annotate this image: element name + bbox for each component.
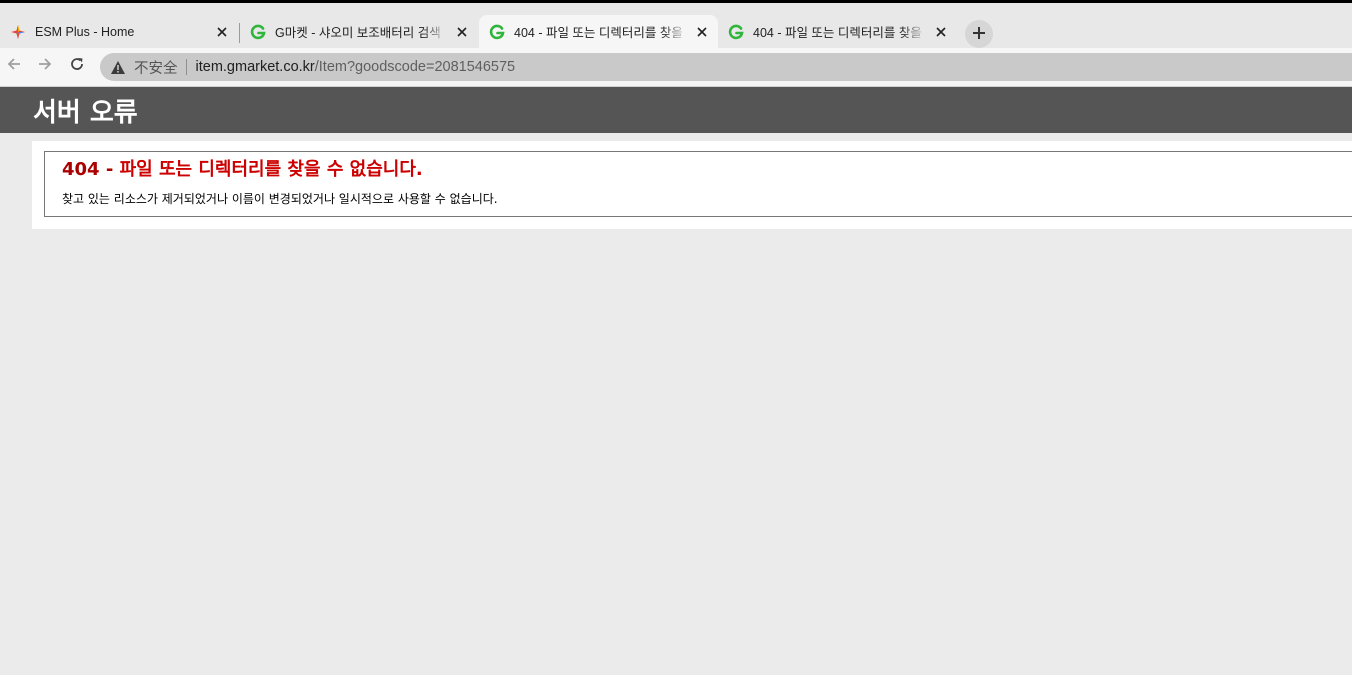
- close-icon[interactable]: [214, 24, 230, 40]
- tab-title: G마켓 - 샤오미 보조배터리 검색: [275, 26, 441, 40]
- gmarket-g-icon: [250, 24, 266, 40]
- tab-gmarket-search[interactable]: G마켓 - 샤오미 보조배터리 검색: [240, 15, 478, 48]
- tab-title: ESM Plus - Home: [35, 24, 135, 39]
- error-box: 404 - 파일 또는 디렉터리를 찾을 수 없습니다. 찾고 있는 리소스가 …: [44, 151, 1352, 217]
- plus-icon: [972, 25, 986, 44]
- tab-404[interactable]: 404 - 파일 또는 디렉터리를 찾을 수 없습니다.: [718, 15, 957, 48]
- close-icon[interactable]: [933, 24, 949, 40]
- content-panel: 404 - 파일 또는 디렉터리를 찾을 수 없습니다. 찾고 있는 리소스가 …: [32, 141, 1352, 229]
- page-title: 서버 오류: [33, 97, 138, 128]
- error-code: 404 -: [62, 159, 114, 180]
- url-path: /Item?goodscode=2081546575: [314, 59, 516, 75]
- url-host: item.gmarket.co.kr: [195, 59, 315, 75]
- security-status-label[interactable]: 不安全: [134, 57, 178, 78]
- forward-button[interactable]: [35, 56, 55, 76]
- warning-icon[interactable]: [110, 60, 126, 75]
- back-button[interactable]: [4, 56, 24, 76]
- tab-esm-plus-home[interactable]: ESM Plus - Home: [0, 15, 238, 48]
- arrow-left-icon: [6, 56, 22, 76]
- page-header: 서버 오류: [0, 87, 1352, 133]
- tab-strip: ESM Plus - Home G마켓 - 샤오미 보조배터리 검색 404 -…: [0, 3, 1352, 48]
- tab-404-active[interactable]: 404 - 파일 또는 디렉터리를 찾을 수 없습니다.: [479, 15, 718, 48]
- gmarket-g-icon: [728, 24, 744, 40]
- error-title: 파일 또는 디렉터리를 찾을 수 없습니다.: [119, 159, 423, 180]
- new-tab-button[interactable]: [965, 20, 993, 48]
- reload-button[interactable]: [67, 56, 87, 76]
- gmarket-g-icon: [489, 24, 505, 40]
- browser-toolbar: 不安全 item.gmarket.co.kr /Item?goodscode=2…: [0, 48, 1352, 87]
- address-divider: [185, 59, 187, 75]
- tab-title: 404 - 파일 또는 디렉터리를 찾을 수 없습니다.: [753, 26, 927, 40]
- address-bar[interactable]: 不安全 item.gmarket.co.kr /Item?goodscode=2…: [100, 53, 1352, 81]
- reload-icon: [69, 56, 85, 76]
- close-icon[interactable]: [454, 24, 470, 40]
- tab-title: 404 - 파일 또는 디렉터리를 찾을 수 없습니다.: [514, 26, 688, 40]
- close-icon[interactable]: [694, 24, 710, 40]
- error-message: 찾고 있는 리소스가 제거되었거나 이름이 변경되었거나 일시적으로 사용할 수…: [62, 192, 498, 206]
- esm-plus-icon: [10, 24, 26, 40]
- arrow-right-icon: [37, 56, 53, 76]
- error-heading: 404 - 파일 또는 디렉터리를 찾을 수 없습니다.: [62, 155, 423, 181]
